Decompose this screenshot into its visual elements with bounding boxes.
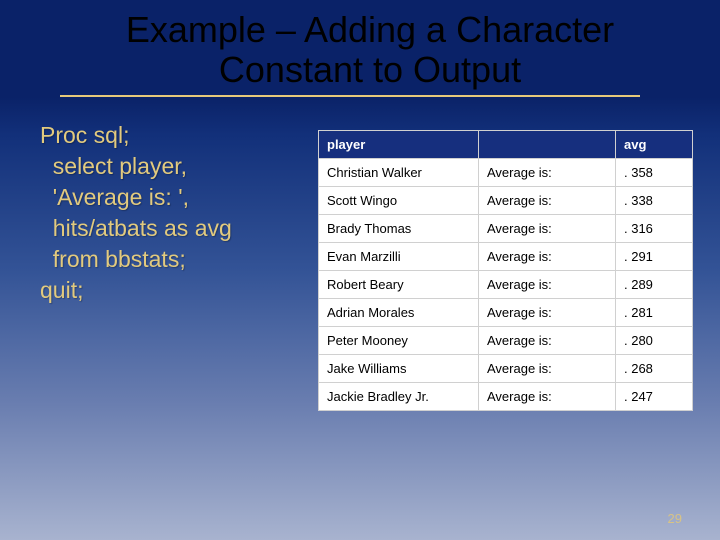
cell-player: Jackie Bradley Jr. xyxy=(319,383,479,411)
cell-player: Christian Walker xyxy=(319,159,479,187)
table-row: Brady Thomas Average is: . 316 xyxy=(319,215,693,243)
col-header-blank xyxy=(479,131,616,159)
cell-label: Average is: xyxy=(479,187,616,215)
cell-player: Jake Williams xyxy=(319,355,479,383)
table-row: Robert Beary Average is: . 289 xyxy=(319,271,693,299)
cell-avg: . 289 xyxy=(616,271,693,299)
cell-avg: . 247 xyxy=(616,383,693,411)
col-header-player: player xyxy=(319,131,479,159)
code-line: select player, xyxy=(40,151,310,182)
code-line: quit; xyxy=(40,275,310,306)
cell-avg: . 316 xyxy=(616,215,693,243)
table-row: Evan Marzilli Average is: . 291 xyxy=(319,243,693,271)
code-block: Proc sql; select player, 'Average is: ',… xyxy=(40,120,310,306)
content-area: Proc sql; select player, 'Average is: ',… xyxy=(40,120,690,520)
title-area: Example – Adding a Character Constant to… xyxy=(0,0,720,97)
table-row: Jake Williams Average is: . 268 xyxy=(319,355,693,383)
slide: Example – Adding a Character Constant to… xyxy=(0,0,720,540)
cell-avg: . 268 xyxy=(616,355,693,383)
table-header-row: player avg xyxy=(319,131,693,159)
cell-avg: . 280 xyxy=(616,327,693,355)
cell-player: Evan Marzilli xyxy=(319,243,479,271)
cell-player: Adrian Morales xyxy=(319,299,479,327)
code-line: 'Average is: ', xyxy=(40,182,310,213)
code-line: hits/atbats as avg xyxy=(40,213,310,244)
cell-label: Average is: xyxy=(479,327,616,355)
slide-title: Example – Adding a Character Constant to… xyxy=(60,10,680,91)
table-row: Peter Mooney Average is: . 280 xyxy=(319,327,693,355)
cell-player: Scott Wingo xyxy=(319,187,479,215)
cell-label: Average is: xyxy=(479,299,616,327)
cell-avg: . 358 xyxy=(616,159,693,187)
cell-label: Average is: xyxy=(479,355,616,383)
cell-player: Peter Mooney xyxy=(319,327,479,355)
cell-avg: . 338 xyxy=(616,187,693,215)
cell-label: Average is: xyxy=(479,243,616,271)
table-row: Adrian Morales Average is: . 281 xyxy=(319,299,693,327)
code-line: Proc sql; xyxy=(40,120,310,151)
cell-avg: . 291 xyxy=(616,243,693,271)
output-table: player avg Christian Walker Average is: … xyxy=(318,130,693,411)
col-header-avg: avg xyxy=(616,131,693,159)
code-line: from bbstats; xyxy=(40,244,310,275)
page-number: 29 xyxy=(668,511,682,526)
cell-label: Average is: xyxy=(479,271,616,299)
title-underline xyxy=(60,95,640,97)
table-row: Scott Wingo Average is: . 338 xyxy=(319,187,693,215)
cell-label: Average is: xyxy=(479,383,616,411)
cell-player: Robert Beary xyxy=(319,271,479,299)
table-row: Jackie Bradley Jr. Average is: . 247 xyxy=(319,383,693,411)
output-table-wrap: player avg Christian Walker Average is: … xyxy=(318,130,693,411)
cell-player: Brady Thomas xyxy=(319,215,479,243)
cell-avg: . 281 xyxy=(616,299,693,327)
cell-label: Average is: xyxy=(479,159,616,187)
table-row: Christian Walker Average is: . 358 xyxy=(319,159,693,187)
cell-label: Average is: xyxy=(479,215,616,243)
